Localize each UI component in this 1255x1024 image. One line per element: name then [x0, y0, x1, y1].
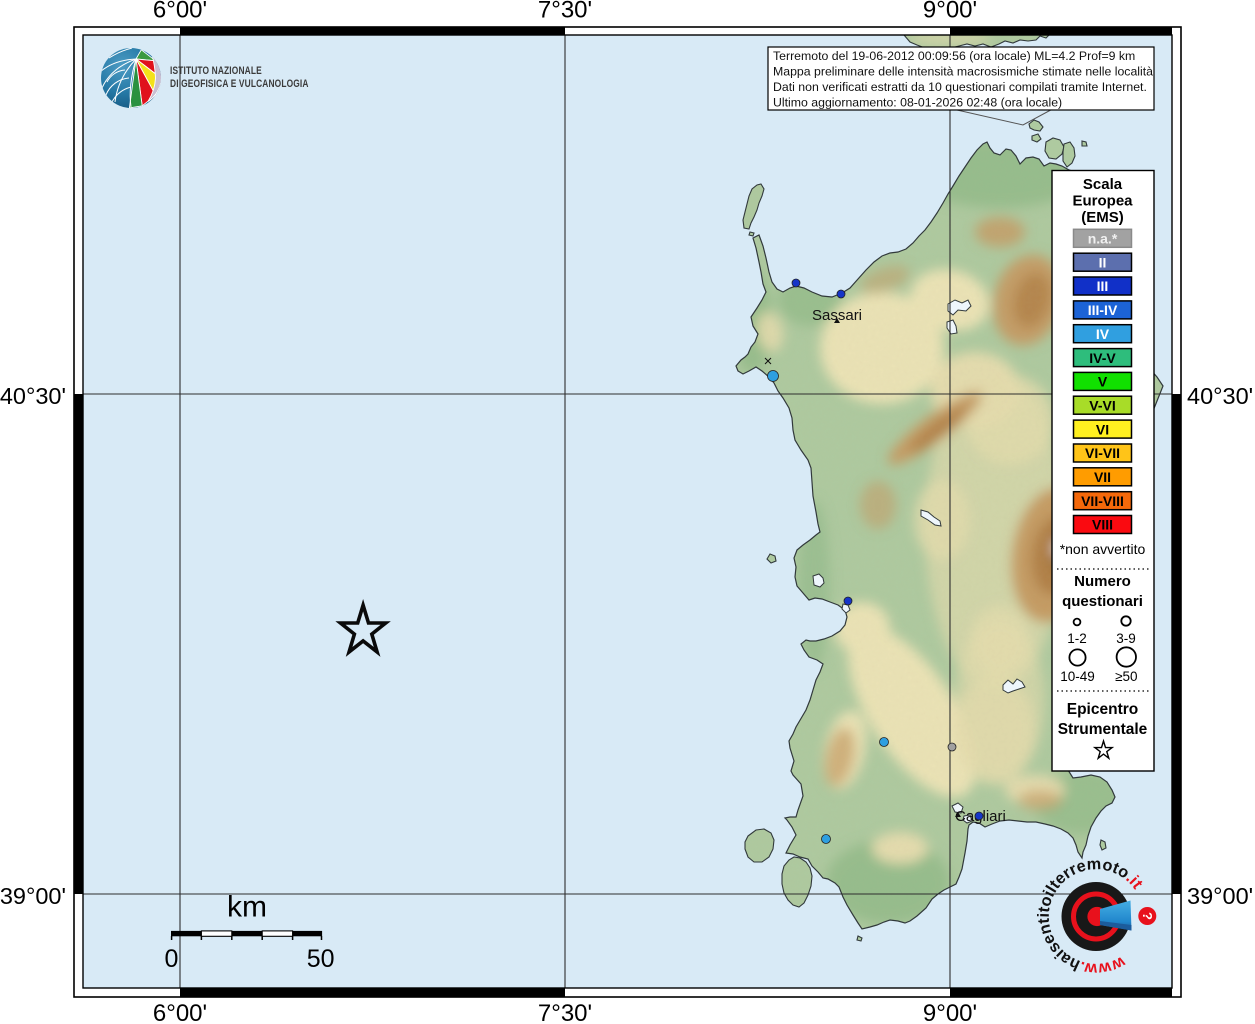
svg-text:Terremoto del 19-06-2012 00:09: Terremoto del 19-06-2012 00:09:56 (ora l…: [773, 49, 1135, 63]
svg-text:VII: VII: [1094, 469, 1111, 485]
svg-text:VI-VII: VI-VII: [1085, 445, 1120, 461]
svg-text:≥50: ≥50: [1115, 669, 1137, 684]
svg-text:IV: IV: [1096, 326, 1110, 342]
svg-text:(EMS): (EMS): [1081, 209, 1124, 226]
svg-text:V: V: [1098, 374, 1108, 390]
svg-text:VI: VI: [1096, 421, 1109, 437]
svg-text:6°00': 6°00': [153, 0, 207, 24]
svg-text:40°30': 40°30': [0, 383, 66, 409]
svg-text:39°00': 39°00': [0, 883, 66, 909]
svg-text:Strumentale: Strumentale: [1058, 721, 1148, 738]
svg-text:7°30': 7°30': [538, 0, 592, 24]
svg-text:Ultimo aggiornamento: 08-01-20: Ultimo aggiornamento: 08-01-2026 02:48 (…: [773, 96, 1062, 110]
svg-text:50: 50: [307, 945, 335, 973]
svg-text:questionari: questionari: [1062, 593, 1143, 610]
svg-text:9°00': 9°00': [923, 0, 977, 24]
svg-text:?: ?: [1140, 912, 1155, 920]
svg-text:VIII: VIII: [1092, 517, 1113, 533]
svg-text:II: II: [1099, 254, 1107, 270]
svg-text:*non avvertito: *non avvertito: [1060, 541, 1146, 557]
svg-text:Numero: Numero: [1074, 573, 1131, 590]
svg-text:ISTITUTO NAZIONALE: ISTITUTO NAZIONALE: [170, 65, 262, 78]
svg-text:6°00': 6°00': [153, 1000, 207, 1024]
svg-text:Scala: Scala: [1083, 176, 1123, 193]
svg-text:9°00': 9°00': [923, 1000, 977, 1024]
svg-text:10-49: 10-49: [1060, 669, 1095, 684]
svg-text:7°30': 7°30': [538, 1000, 592, 1024]
svg-text:n.a.*: n.a.*: [1088, 231, 1118, 247]
svg-text:40°30': 40°30': [1187, 383, 1253, 409]
svg-text:Mappa preliminare delle intens: Mappa preliminare delle intensità macros…: [773, 65, 1153, 79]
svg-text:Dati non verificati estratti d: Dati non verificati estratti da 10 quest…: [773, 80, 1147, 94]
svg-text:0: 0: [165, 945, 179, 973]
svg-text:Epicentro: Epicentro: [1067, 701, 1138, 718]
svg-text:Europea: Europea: [1072, 193, 1133, 210]
svg-text:III-IV: III-IV: [1088, 302, 1118, 318]
svg-text:III: III: [1097, 278, 1109, 294]
svg-text:DI GEOFISICA E VULCANOLOGIA: DI GEOFISICA E VULCANOLOGIA: [170, 78, 309, 91]
svg-text:VII-VIII: VII-VIII: [1081, 493, 1124, 509]
svg-text:39°00': 39°00': [1187, 883, 1253, 909]
svg-text:km: km: [227, 891, 267, 924]
svg-text:IV-V: IV-V: [1089, 350, 1116, 366]
svg-text:V-VI: V-VI: [1089, 397, 1115, 413]
svg-text:3-9: 3-9: [1116, 631, 1136, 646]
svg-text:1-2: 1-2: [1067, 631, 1087, 646]
